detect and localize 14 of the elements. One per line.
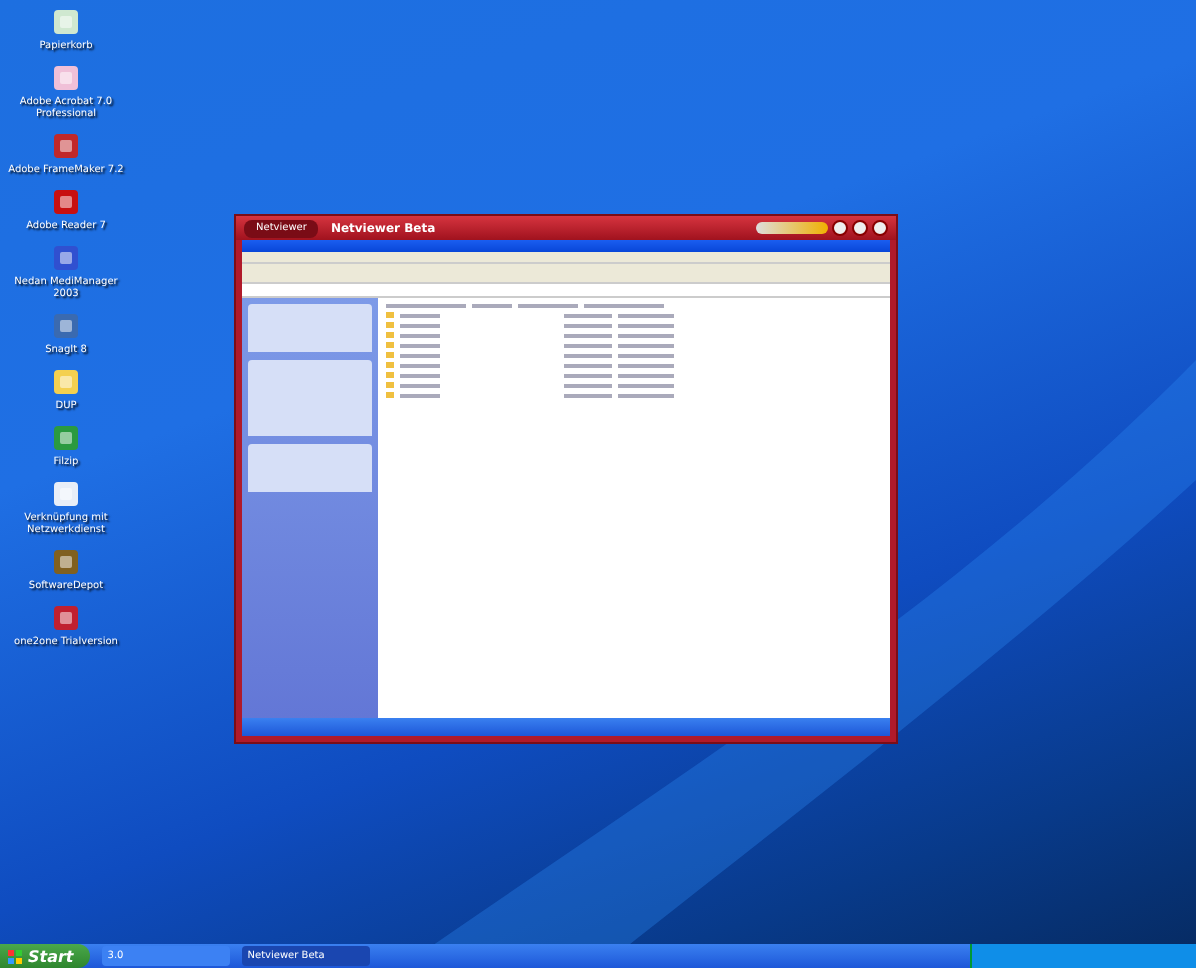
status-badge [756, 222, 828, 234]
desktop-app-icon [52, 424, 80, 452]
desktop-app-icon [52, 480, 80, 508]
desktop-app-icon [52, 64, 80, 92]
desktop-app-icon [52, 188, 80, 216]
desktop-app-icon [52, 244, 80, 272]
desktop-app-icon [52, 368, 80, 396]
desktop-app-icon [52, 132, 80, 160]
windows-logo-icon [8, 949, 22, 963]
desktop-app-icon [52, 548, 80, 576]
desktop-app-icon [52, 604, 80, 632]
desktop-app-icon [52, 8, 80, 36]
desktop-app-icon [52, 312, 80, 340]
start-button[interactable]: Start [0, 944, 90, 968]
